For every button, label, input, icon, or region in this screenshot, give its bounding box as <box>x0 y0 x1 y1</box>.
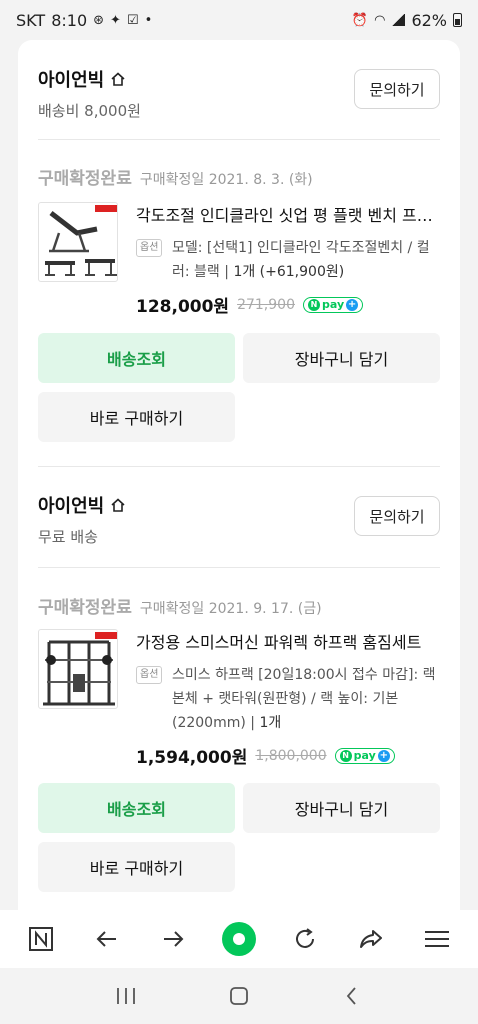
recents-icon[interactable] <box>106 976 146 1016</box>
wifi-icon: ◠ <box>374 12 386 28</box>
dot-icon: • <box>144 12 153 28</box>
npay-n-icon: N <box>307 298 320 311</box>
forward-icon[interactable] <box>153 919 193 959</box>
price: 128,000원 <box>136 297 230 317</box>
battery-percent: 62% <box>411 10 447 30</box>
seller-name: 아이언빅 <box>38 70 105 91</box>
product-thumbnail[interactable] <box>38 629 118 709</box>
original-price: 271,900 <box>237 296 295 313</box>
share-icon[interactable] <box>351 919 391 959</box>
track-delivery-button[interactable]: 배송조회 <box>38 333 235 383</box>
naver-n-icon[interactable] <box>21 919 61 959</box>
option-text: 스미스 하프랙 [20일18:00시 접수 마감]: 랙본체 + 랫타워(원판형… <box>172 667 436 731</box>
status-date: 구매확정일 2021. 9. 17. (금) <box>139 601 322 617</box>
price-row: 128,000원 271,900 N pay + <box>136 292 442 317</box>
npay-plus-icon: + <box>346 298 359 311</box>
original-price: 1,800,000 <box>255 747 327 764</box>
buy-now-button[interactable]: 바로 구매하기 <box>38 392 235 442</box>
home-icon <box>111 498 125 512</box>
npay-label: pay <box>321 298 345 311</box>
order-card: 아이언빅 배송비 8,000원 문의하기 구매확정완료 구매확정일 2021. … <box>18 40 460 910</box>
back-icon[interactable] <box>332 976 372 1016</box>
buy-now-button[interactable]: 바로 구매하기 <box>38 842 235 892</box>
inquiry-button[interactable]: 문의하기 <box>354 69 440 109</box>
product-row[interactable]: 각도조절 인디클라인 싯업 평 플랫 벤치 프리웨이트 옵션 모델: [선택1]… <box>38 202 442 317</box>
quantity: 1개 <box>259 715 282 731</box>
add-to-cart-button[interactable]: 장바구니 담기 <box>243 783 440 833</box>
product-title[interactable]: 각도조절 인디클라인 싯업 평 플랫 벤치 프리웨이트 <box>136 202 442 226</box>
product-thumbnail[interactable] <box>38 202 118 282</box>
divider <box>38 466 440 467</box>
system-nav-bar <box>0 968 478 1024</box>
product-info: 각도조절 인디클라인 싯업 평 플랫 벤치 프리웨이트 옵션 모델: [선택1]… <box>136 202 442 317</box>
home-dot-icon[interactable] <box>219 919 259 959</box>
bench-image <box>45 205 117 276</box>
carrier-label: SKT <box>16 10 46 30</box>
npay-plus-icon: + <box>377 749 390 762</box>
npay-n-icon: N <box>339 749 352 762</box>
battery-icon <box>453 13 462 27</box>
checkbox-notification-icon: ☑ <box>126 12 139 28</box>
status-date: 구매확정일 2021. 8. 3. (화) <box>139 172 313 188</box>
signal-icon <box>391 14 406 26</box>
product-title[interactable]: 가정용 스미스머신 파워렉 하프랙 홈짐세트 <box>136 629 442 653</box>
notification-icon: ⊛ <box>93 12 105 28</box>
product-option: 옵션 모델: [선택1] 인디클라인 각도조절벤치 / 컬러: 블랙 | 1개 … <box>136 236 442 284</box>
status-label: 구매확정완료 <box>38 598 132 618</box>
divider <box>38 567 440 568</box>
home-icon[interactable] <box>219 976 259 1016</box>
home-icon <box>111 72 125 86</box>
divider <box>38 139 440 140</box>
order-status: 구매확정완료 구매확정일 2021. 8. 3. (화) <box>38 164 440 189</box>
clock: 8:10 <box>51 10 88 30</box>
track-delivery-button[interactable]: 배송조회 <box>38 783 235 833</box>
product-row[interactable]: 가정용 스미스머신 파워렉 하프랙 홈짐세트 옵션 스미스 하프랙 [20일18… <box>38 629 440 768</box>
menu-icon[interactable] <box>417 919 457 959</box>
reload-icon[interactable] <box>285 919 325 959</box>
npay-badge: N pay + <box>334 747 395 764</box>
option-badge: 옵션 <box>136 239 163 257</box>
inquiry-button[interactable]: 문의하기 <box>354 496 440 536</box>
npay-badge: N pay + <box>302 296 364 313</box>
price: 1,594,000원 <box>136 748 248 768</box>
add-to-cart-button[interactable]: 장바구니 담기 <box>243 333 440 383</box>
quantity: 1개 (+61,900원) <box>233 264 345 280</box>
back-icon[interactable] <box>87 919 127 959</box>
browser-toolbar <box>0 910 478 968</box>
status-bar: SKT 8:10 ⊛ ✦ ☑ • ⏰ ◠ 62% <box>0 0 478 40</box>
order-status: 구매확정완료 구매확정일 2021. 9. 17. (금) <box>38 593 440 618</box>
seller-header: 아이언빅 무료 배송 문의하기 <box>38 492 440 546</box>
option-badge: 옵션 <box>136 666 163 684</box>
product-info: 가정용 스미스머신 파워렉 하프랙 홈짐세트 옵션 스미스 하프랙 [20일18… <box>136 629 442 768</box>
vpn-icon: ✦ <box>110 12 121 28</box>
npay-label: pay <box>353 749 376 762</box>
smith-machine-image <box>43 632 117 706</box>
alarm-icon: ⏰ <box>351 12 369 28</box>
product-option: 옵션 스미스 하프랙 [20일18:00시 접수 마감]: 랙본체 + 랫타워(… <box>136 663 442 735</box>
seller-name: 아이언빅 <box>38 496 105 517</box>
status-label: 구매확정완료 <box>38 169 132 189</box>
price-row: 1,594,000원 1,800,000 N pay + <box>136 743 442 768</box>
seller-header: 아이언빅 배송비 8,000원 문의하기 <box>38 66 440 120</box>
